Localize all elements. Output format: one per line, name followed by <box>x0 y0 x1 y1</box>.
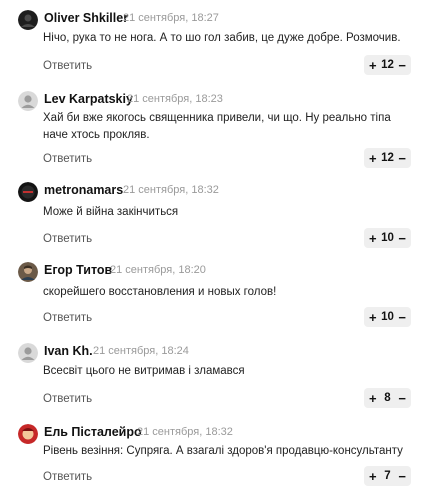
user-avatar[interactable] <box>18 91 38 111</box>
comment-text: Всесвіт цього не витримав і зламався <box>43 365 245 377</box>
reply-button[interactable]: Ответить <box>43 393 92 405</box>
comment-author[interactable]: Oliver Shkiller <box>44 11 128 25</box>
vote-control: + 12 − <box>364 55 411 75</box>
upvote-button[interactable]: + <box>369 470 377 483</box>
default-user-avatar-icon <box>18 91 38 111</box>
downvote-button[interactable]: − <box>398 59 406 72</box>
comment-author[interactable]: Ivan Kh. <box>44 344 93 358</box>
comment-text: Рівень везіння: Супряга. А взагалі здоро… <box>43 445 403 457</box>
comment-time: 21 сентября, 18:32 <box>123 184 219 196</box>
vote-control: + 8 − <box>364 388 411 408</box>
vote-count: 12 <box>381 152 394 164</box>
vote-control: + 10 − <box>364 228 411 248</box>
vote-control: + 10 − <box>364 307 411 327</box>
vote-control: + 12 − <box>364 148 411 168</box>
downvote-button[interactable]: − <box>398 232 406 245</box>
upvote-button[interactable]: + <box>369 311 377 324</box>
comment-author[interactable]: metronamars <box>44 183 123 197</box>
reply-button[interactable]: Ответить <box>43 153 92 165</box>
comment-text: Нічо, рука то не нога. А то шо гол забив… <box>43 32 401 44</box>
comment-author[interactable]: Lev Karpatskiy <box>44 92 133 106</box>
comment-text: Хай би вже якогось священника привели, ч… <box>43 112 391 141</box>
comment-time: 21 сентября, 18:20 <box>110 264 206 276</box>
character-avatar-icon <box>18 424 38 444</box>
vote-count: 7 <box>384 470 391 482</box>
dark-avatar-icon <box>18 10 38 30</box>
comment-time: 21 сентября, 18:32 <box>137 426 233 438</box>
comment-author[interactable]: Егор Титов <box>44 263 112 277</box>
vote-count: 12 <box>381 59 394 71</box>
comment-time: 21 сентября, 18:27 <box>123 12 219 24</box>
reply-button[interactable]: Ответить <box>43 233 92 245</box>
downvote-button[interactable]: − <box>398 311 406 324</box>
comment-text: Може й війна закінчиться <box>43 206 179 218</box>
upvote-button[interactable]: + <box>369 392 377 405</box>
vote-count: 8 <box>384 392 391 404</box>
vote-count: 10 <box>381 232 394 244</box>
user-avatar[interactable] <box>18 343 38 363</box>
user-avatar[interactable] <box>18 182 38 202</box>
comment-text: скорейшего восстановления и новых голов! <box>43 286 277 298</box>
user-avatar[interactable] <box>18 424 38 444</box>
upvote-button[interactable]: + <box>369 232 377 245</box>
vote-count: 10 <box>381 311 394 323</box>
reply-button[interactable]: Ответить <box>43 471 92 483</box>
downvote-button[interactable]: − <box>398 152 406 165</box>
downvote-button[interactable]: − <box>398 392 406 405</box>
default-user-avatar-icon <box>18 343 38 363</box>
vote-control: + 7 − <box>364 466 411 486</box>
photo-avatar-icon <box>18 262 38 282</box>
reply-button[interactable]: Ответить <box>43 312 92 324</box>
dark-logo-avatar-icon <box>18 182 38 202</box>
upvote-button[interactable]: + <box>369 152 377 165</box>
upvote-button[interactable]: + <box>369 59 377 72</box>
reply-button[interactable]: Ответить <box>43 60 92 72</box>
comment-time: 21 сентября, 18:23 <box>127 93 223 105</box>
user-avatar[interactable] <box>18 10 38 30</box>
comment-time: 21 сентября, 18:24 <box>93 345 189 357</box>
user-avatar[interactable] <box>18 262 38 282</box>
downvote-button[interactable]: − <box>398 470 406 483</box>
comment-author[interactable]: Ель Пісталейро <box>44 425 142 439</box>
